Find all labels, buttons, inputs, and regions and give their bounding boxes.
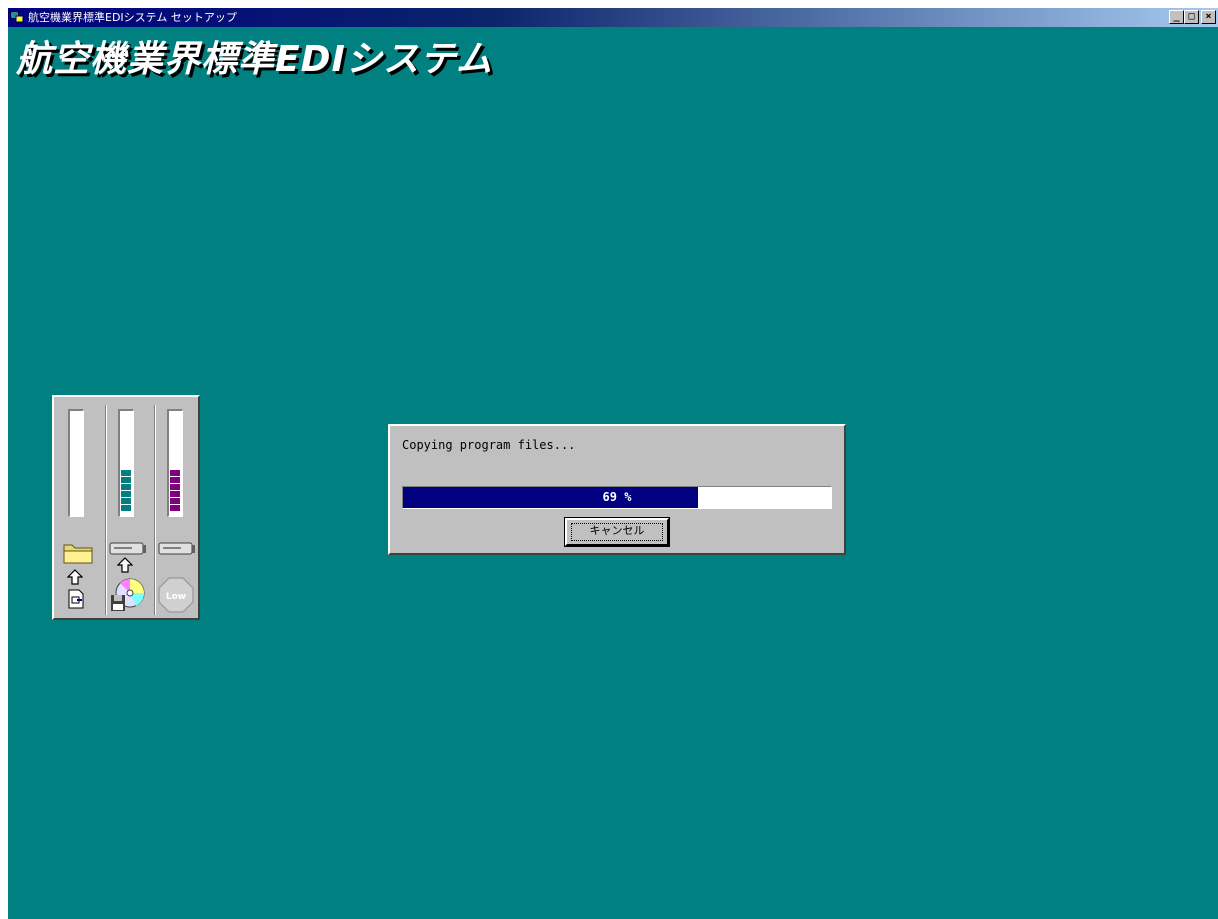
meter-segment <box>170 484 180 490</box>
drive-icon <box>109 542 146 555</box>
setup-window: 航空機業界標準EDIシステム セットアップ _ □ × 航空機業界標準EDIシス… <box>8 8 1218 919</box>
maximize-button[interactable]: □ <box>1184 10 1199 24</box>
source-meter <box>68 409 84 517</box>
close-button[interactable]: × <box>1201 10 1216 24</box>
minimize-icon: _ <box>1173 11 1180 22</box>
cancel-button[interactable]: キャンセル <box>565 518 669 546</box>
maximize-icon: □ <box>1188 11 1195 22</box>
up-arrow-icon <box>67 569 83 585</box>
drive-icon <box>158 542 195 555</box>
folder-icon <box>63 544 93 564</box>
setup-app-icon <box>10 11 24 23</box>
file-icon <box>68 589 84 609</box>
meter-segment <box>170 505 180 511</box>
meter-divider <box>154 405 156 615</box>
low-stop-icon: Low <box>158 577 194 613</box>
disk-space-meter <box>167 409 183 517</box>
meter-segment <box>170 477 180 483</box>
meter-segment <box>121 491 131 497</box>
window-title: 航空機業界標準EDIシステム セットアップ <box>28 11 237 24</box>
focus-rect <box>571 523 663 541</box>
meter-segment <box>170 470 180 476</box>
floppy-cd-icon <box>111 578 145 611</box>
meter-segment <box>121 477 131 483</box>
progress-label: 69 % <box>602 490 632 504</box>
meter-segment <box>121 470 131 476</box>
status-text: Copying program files... <box>402 438 576 452</box>
destination-meter <box>118 409 134 517</box>
up-arrow-icon <box>117 557 133 573</box>
meter-segment <box>170 491 180 497</box>
minimize-button[interactable]: _ <box>1169 10 1184 24</box>
meter-segment <box>170 498 180 504</box>
app-heading: 航空機業界標準EDIシステム <box>16 39 493 80</box>
meter-segment <box>121 498 131 504</box>
close-icon: × <box>1205 11 1212 22</box>
meter-segment <box>121 484 131 490</box>
progress-dialog: Copying program files... 69 % キャンセル <box>388 424 846 555</box>
progress-bar: 69 % <box>402 486 832 509</box>
title-bar[interactable]: 航空機業界標準EDIシステム セットアップ _ □ × <box>8 8 1218 27</box>
meter-segment <box>121 505 131 511</box>
disk-meter-panel: Low <box>52 395 200 620</box>
low-label: Low <box>166 592 186 602</box>
meter-divider <box>105 405 107 615</box>
